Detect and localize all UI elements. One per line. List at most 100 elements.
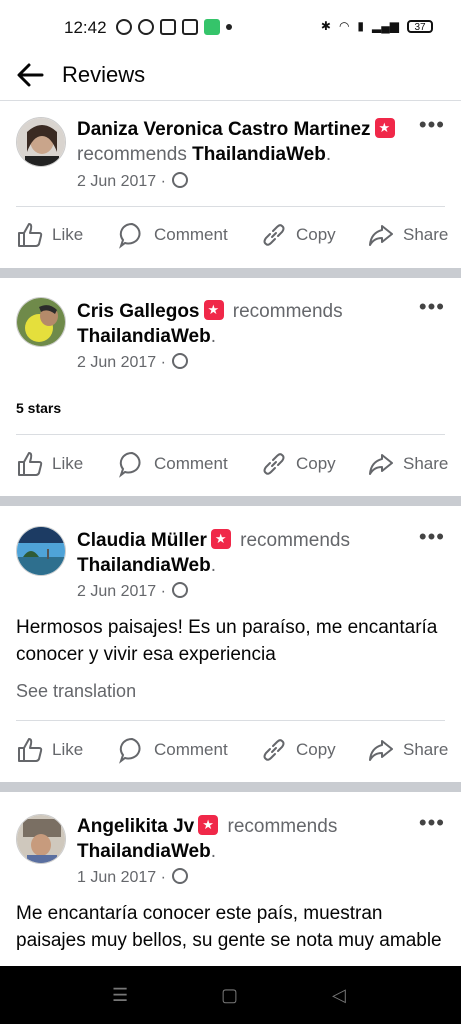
back-arrow-icon[interactable] — [14, 58, 48, 92]
reviewer-name[interactable]: Daniza Veronica Castro Martinez — [77, 119, 371, 140]
page-title: Reviews — [62, 62, 146, 87]
recommends-label: recommends — [227, 816, 338, 837]
recent-apps-icon[interactable]: ☰ — [112, 985, 128, 1006]
copy-button[interactable]: Copy — [260, 730, 336, 770]
avatar[interactable] — [16, 814, 66, 864]
thumbs-up-icon — [18, 452, 43, 476]
link-icon — [263, 739, 285, 761]
review-text: Me encantaría conocer este país, muestra… — [16, 903, 442, 951]
share-button[interactable]: Share — [367, 444, 448, 484]
avatar[interactable] — [16, 117, 66, 167]
copy-label: Copy — [296, 454, 336, 473]
recommends-label: recommends — [232, 301, 343, 322]
review-post: Daniza Veronica Castro Martinez recommen… — [0, 102, 461, 270]
post-date[interactable]: 2 Jun 2017 — [77, 583, 156, 600]
recommend-badge-icon — [374, 118, 395, 138]
wifi-icon: ◠ — [338, 19, 350, 33]
comment-icon — [119, 737, 141, 764]
divider — [16, 206, 445, 207]
reviewer-name[interactable]: Cris Gallegos — [77, 301, 200, 322]
bluetooth-icon: ✱ — [320, 19, 331, 33]
post-actions: Like Comment Copy Share — [0, 730, 461, 770]
post-actions: Like Comment Copy Share — [0, 215, 461, 255]
page-name[interactable]: ThailandiaWeb — [77, 555, 211, 576]
post-date[interactable]: 1 Jun 2017 — [77, 869, 156, 886]
review-header: Angelikita Jv recommends ThailandiaWeb. — [77, 814, 411, 864]
thumbs-up-icon — [18, 738, 43, 762]
see-translation-link[interactable]: See translation — [16, 681, 136, 702]
share-button[interactable]: Share — [367, 215, 448, 255]
like-label: Like — [52, 454, 84, 473]
reviewer-name[interactable]: Claudia Müller — [77, 530, 207, 551]
divider — [16, 434, 445, 435]
post-separator — [0, 268, 461, 278]
copy-button[interactable]: Copy — [260, 444, 336, 484]
like-button[interactable]: Like — [16, 444, 83, 484]
copy-button[interactable]: Copy — [260, 215, 336, 255]
review-post: Angelikita Jv recommends ThailandiaWeb. … — [0, 792, 461, 966]
line-icon — [138, 19, 154, 35]
signal-icon: ▂▄▆ — [372, 19, 399, 33]
comment-icon — [119, 451, 141, 478]
system-nav-bar: ☰ ▢ ◁ — [0, 966, 461, 1024]
review-header: Cris Gallegos recommends ThailandiaWeb. — [77, 299, 411, 349]
post-separator — [0, 496, 461, 506]
review-header: Daniza Veronica Castro Martinez recommen… — [77, 117, 411, 167]
divider — [16, 720, 445, 721]
app-header: Reviews — [0, 58, 461, 101]
avatar[interactable] — [16, 297, 66, 347]
more-options-icon[interactable]: ••• — [419, 114, 445, 136]
share-icon — [369, 740, 393, 761]
link-icon — [263, 453, 285, 475]
volte-icon: ▮ — [357, 19, 365, 33]
link-icon — [263, 224, 285, 246]
thumbs-up-icon — [18, 223, 43, 247]
app-notification-icon — [116, 19, 132, 35]
globe-icon — [172, 868, 189, 884]
comment-button[interactable]: Comment — [118, 730, 228, 770]
more-options-icon[interactable]: ••• — [419, 296, 445, 318]
globe-icon — [172, 172, 189, 188]
globe-icon — [172, 582, 189, 598]
copy-label: Copy — [296, 740, 336, 759]
post-date[interactable]: 2 Jun 2017 — [77, 173, 156, 190]
share-label: Share — [403, 225, 449, 244]
recommend-badge-icon — [198, 815, 219, 835]
more-options-icon[interactable]: ••• — [419, 812, 445, 834]
back-nav-icon[interactable]: ◁ — [332, 985, 346, 1006]
avatar[interactable] — [16, 526, 66, 576]
page-name[interactable]: ThailandiaWeb — [192, 144, 326, 165]
battery-icon: 37 — [407, 19, 433, 33]
review-post: Cris Gallegos recommends ThailandiaWeb. … — [0, 278, 461, 496]
like-label: Like — [52, 225, 84, 244]
comment-button[interactable]: Comment — [118, 215, 228, 255]
share-icon — [369, 454, 393, 475]
post-separator — [0, 782, 461, 792]
recommend-badge-icon — [210, 529, 231, 549]
system-icons: ✱ ◠ ▮ ▂▄▆ 37 — [321, 19, 433, 33]
share-label: Share — [403, 454, 449, 473]
comment-button[interactable]: Comment — [118, 444, 228, 484]
page-name[interactable]: ThailandiaWeb — [77, 841, 211, 862]
globe-icon — [172, 353, 189, 369]
post-actions: Like Comment Copy Share — [0, 444, 461, 484]
comment-icon — [119, 222, 141, 249]
copy-label: Copy — [296, 225, 336, 244]
post-meta: 2 Jun 2017 · — [77, 353, 189, 372]
comment-label: Comment — [154, 225, 228, 244]
recommend-badge-icon — [203, 300, 224, 320]
reviewer-name[interactable]: Angelikita Jv — [77, 816, 194, 837]
comment-label: Comment — [154, 740, 228, 759]
recommends-label: recommends — [77, 144, 187, 165]
like-button[interactable]: Like — [16, 215, 83, 255]
like-label: Like — [52, 740, 84, 759]
gmail-icon — [160, 19, 176, 35]
star-rating: 5 stars — [16, 400, 62, 416]
like-button[interactable]: Like — [16, 730, 83, 770]
post-date[interactable]: 2 Jun 2017 — [77, 354, 156, 371]
more-notifications-dot-icon — [226, 24, 232, 30]
page-name[interactable]: ThailandiaWeb — [77, 326, 211, 347]
home-icon[interactable]: ▢ — [221, 985, 238, 1006]
more-options-icon[interactable]: ••• — [419, 526, 445, 548]
share-button[interactable]: Share — [367, 730, 448, 770]
